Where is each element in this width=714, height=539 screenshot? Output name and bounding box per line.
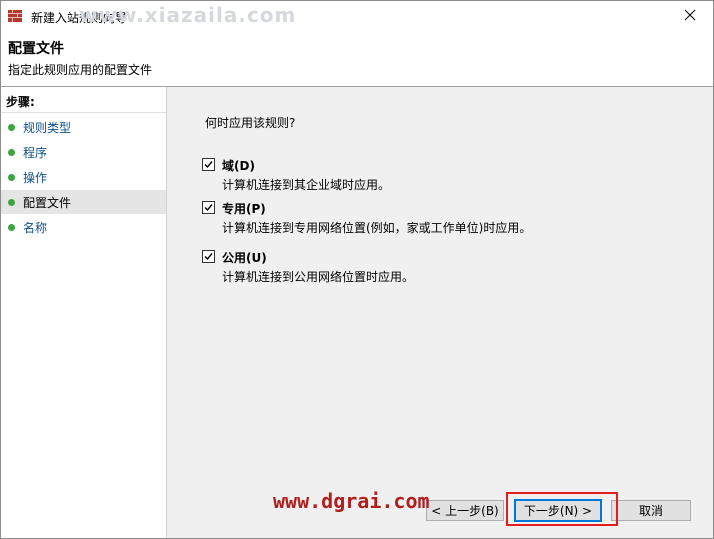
sidebar-item-label: 操作 xyxy=(23,170,48,185)
sidebar-item-label: 程序 xyxy=(23,145,48,160)
sidebar-item-label: 名称 xyxy=(23,220,48,235)
public-description: 计算机连接到公用网络位置时应用。 xyxy=(222,270,415,284)
checkmark-icon xyxy=(204,161,213,169)
page-subtitle: 指定此规则应用的配置文件 xyxy=(8,63,153,77)
step-dot-icon xyxy=(8,173,15,181)
close-icon xyxy=(684,9,696,24)
private-checkbox[interactable] xyxy=(202,201,215,214)
steps-heading: 步骤: xyxy=(6,95,35,109)
cancel-button[interactable]: 取消 xyxy=(611,500,691,521)
sidebar-item-label: 配置文件 xyxy=(23,195,72,210)
main-panel: 何时应用该规则? 域(D) 计算机连接到其企业域时应用。 专用(P) 计算机连接… xyxy=(167,87,713,538)
highlight-box xyxy=(506,492,618,526)
step-dot-icon xyxy=(8,223,15,231)
private-label[interactable]: 专用(P) xyxy=(222,200,266,217)
page-header: 配置文件 指定此规则应用的配置文件 xyxy=(1,31,713,87)
domain-label[interactable]: 域(D) xyxy=(222,157,255,174)
step-dot-icon xyxy=(8,198,15,206)
domain-checkbox[interactable] xyxy=(202,158,215,171)
sidebar-item-name[interactable]: 名称 xyxy=(1,215,166,239)
wizard-window: 新建入站规则向导 www.xiazaila.com 配置文件 指定此规则应用的配… xyxy=(0,0,714,539)
title-bar: 新建入站规则向导 www.xiazaila.com xyxy=(1,1,713,31)
question-label: 何时应用该规则? xyxy=(205,116,296,130)
steps-sidebar: 步骤: 规则类型 程序 操作 配置文件 名称 xyxy=(1,87,167,538)
sidebar-item-profile[interactable]: 配置文件 xyxy=(1,190,166,214)
private-description: 计算机连接到专用网络位置(例如，家或工作单位)时应用。 xyxy=(222,221,532,235)
public-checkbox[interactable] xyxy=(202,250,215,263)
step-dot-icon xyxy=(8,123,15,131)
site-watermark: www.dgrai.com xyxy=(273,489,430,513)
checkmark-icon xyxy=(204,204,213,212)
back-button[interactable]: < 上一步(B) xyxy=(426,500,504,521)
firewall-icon xyxy=(7,8,23,24)
sidebar-item-action[interactable]: 操作 xyxy=(1,165,166,189)
close-button[interactable] xyxy=(669,3,711,29)
step-dot-icon xyxy=(8,148,15,156)
checkmark-icon xyxy=(204,253,213,261)
domain-description: 计算机连接到其企业域时应用。 xyxy=(222,178,391,192)
sidebar-item-rule-type[interactable]: 规则类型 xyxy=(1,115,166,139)
sidebar-item-label: 规则类型 xyxy=(23,120,72,135)
watermark-text: www.xiazaila.com xyxy=(79,3,297,27)
page-title: 配置文件 xyxy=(8,41,64,57)
sidebar-item-program[interactable]: 程序 xyxy=(1,140,166,164)
public-label[interactable]: 公用(U) xyxy=(222,249,267,266)
divider xyxy=(1,112,166,113)
